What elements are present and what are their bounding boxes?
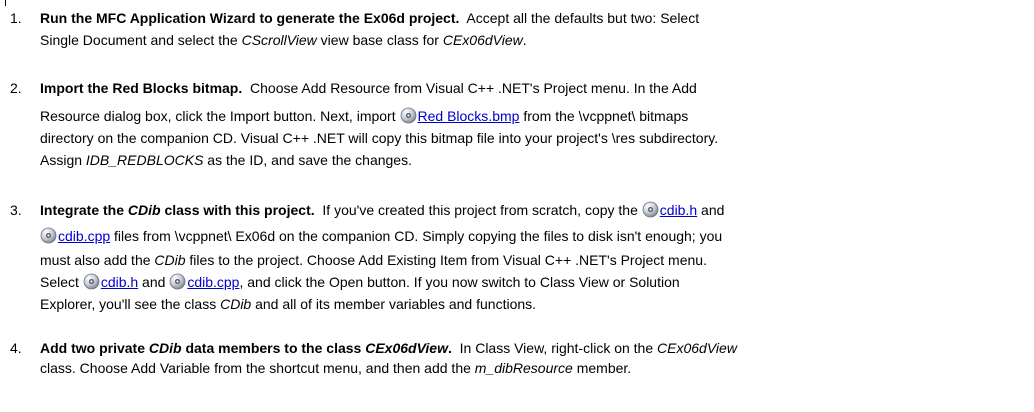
cd-icon[interactable] <box>169 273 186 290</box>
step-number: 4. <box>10 340 22 356</box>
cd-icon[interactable] <box>642 201 659 218</box>
cd-icon[interactable] <box>400 107 417 124</box>
body-text: must also add the <box>40 252 155 268</box>
step-line: class. Choose Add Variable from the shor… <box>40 358 631 378</box>
step-number: 2. <box>10 80 22 96</box>
step-line: Resource dialog box, click the Import bu… <box>40 106 688 126</box>
step-heading-code-term: CEx06dView <box>365 340 448 356</box>
step-line: Select cdib.h and cdib.cpp, and click th… <box>40 272 680 292</box>
code-term: CEx06dView <box>657 340 737 356</box>
body-text: files to the project. Choose Add Existin… <box>185 252 707 268</box>
step-line: Import the Red Blocks bitmap. Choose Add… <box>40 78 697 98</box>
step-heading-code-term: CDib <box>127 202 161 218</box>
page-edge-mark <box>5 0 6 6</box>
code-term: CDib <box>154 252 186 268</box>
step-heading-text: data members to the class <box>181 340 366 356</box>
document-page: 1. Run the MFC Application Wizard to gene… <box>0 0 1034 412</box>
step-line: Explorer, you'll see the class CDib and … <box>40 294 536 314</box>
body-text: and <box>697 202 725 218</box>
file-link[interactable]: cdib.h <box>660 202 697 218</box>
step-heading-text: Add two private <box>40 340 149 356</box>
body-text: Explorer, you'll see the class <box>40 296 221 312</box>
file-link[interactable]: cdib.h <box>101 274 138 290</box>
step-line: Run the MFC Application Wizard to genera… <box>40 8 699 28</box>
body-text: Assign <box>40 152 86 168</box>
step-line: Assign IDB_REDBLOCKS as the ID, and save… <box>40 150 412 170</box>
step-line: must also add the CDib files to the proj… <box>40 250 707 270</box>
body-text: member. <box>572 360 632 376</box>
file-link[interactable]: cdib.cpp <box>58 228 110 244</box>
body-text: view base class for <box>316 32 443 48</box>
body-text: If you've created this project from scra… <box>314 202 642 218</box>
body-text: In Class View, right-click on the <box>451 340 658 356</box>
step-line: Add two private CDib data members to the… <box>40 338 737 358</box>
code-term: m_dibResource <box>474 360 573 376</box>
step-line: directory on the companion CD. Visual C+… <box>40 128 718 148</box>
step-line: Integrate the CDib class with this proje… <box>40 200 724 220</box>
code-term: IDB_REDBLOCKS <box>85 152 204 168</box>
file-link[interactable]: Red Blocks.bmp <box>418 108 520 124</box>
body-text: files from \vcppnet\ Ex06d on the compan… <box>110 228 723 244</box>
code-term: CEx06dView <box>442 32 523 48</box>
body-text: . <box>522 32 527 48</box>
body-text: directory on the companion CD. Visual C+… <box>40 130 719 146</box>
cd-icon[interactable] <box>83 273 100 290</box>
code-term: CScrollView <box>241 32 317 48</box>
step-line: cdib.cpp files from \vcppnet\ Ex06d on t… <box>40 226 722 246</box>
step-heading-text: class with this project. <box>160 202 315 218</box>
cd-icon[interactable] <box>40 227 57 244</box>
body-text: class. Choose Add Variable from the shor… <box>40 360 475 376</box>
body-text: and all of its member variables and func… <box>251 296 537 312</box>
body-text: and <box>138 274 170 290</box>
step-heading-code-term: CDib <box>148 340 182 356</box>
body-text: Resource dialog box, click the Import bu… <box>40 108 400 124</box>
body-text: Select <box>40 274 83 290</box>
code-term: CDib <box>220 296 252 312</box>
step-number: 1. <box>10 10 22 26</box>
body-text: from the \vcppnet\ bitmaps <box>519 108 689 124</box>
step-heading-text: Run the MFC Application Wizard to genera… <box>40 10 460 26</box>
body-text: as the ID, and save the changes. <box>203 152 412 168</box>
body-text: , and click the Open button. If you now … <box>239 274 680 290</box>
step-number: 3. <box>10 202 22 218</box>
file-link[interactable]: cdib.cpp <box>187 274 239 290</box>
step-heading-text: Import the Red Blocks bitmap. <box>40 80 243 96</box>
body-text: Choose Add Resource from Visual C++ .NET… <box>242 80 697 96</box>
body-text: Single Document and select the <box>40 32 242 48</box>
step-line: Single Document and select the CScrollVi… <box>40 30 527 50</box>
step-heading-text: Integrate the <box>40 202 128 218</box>
body-text: Accept all the defaults but two: Select <box>459 10 700 26</box>
